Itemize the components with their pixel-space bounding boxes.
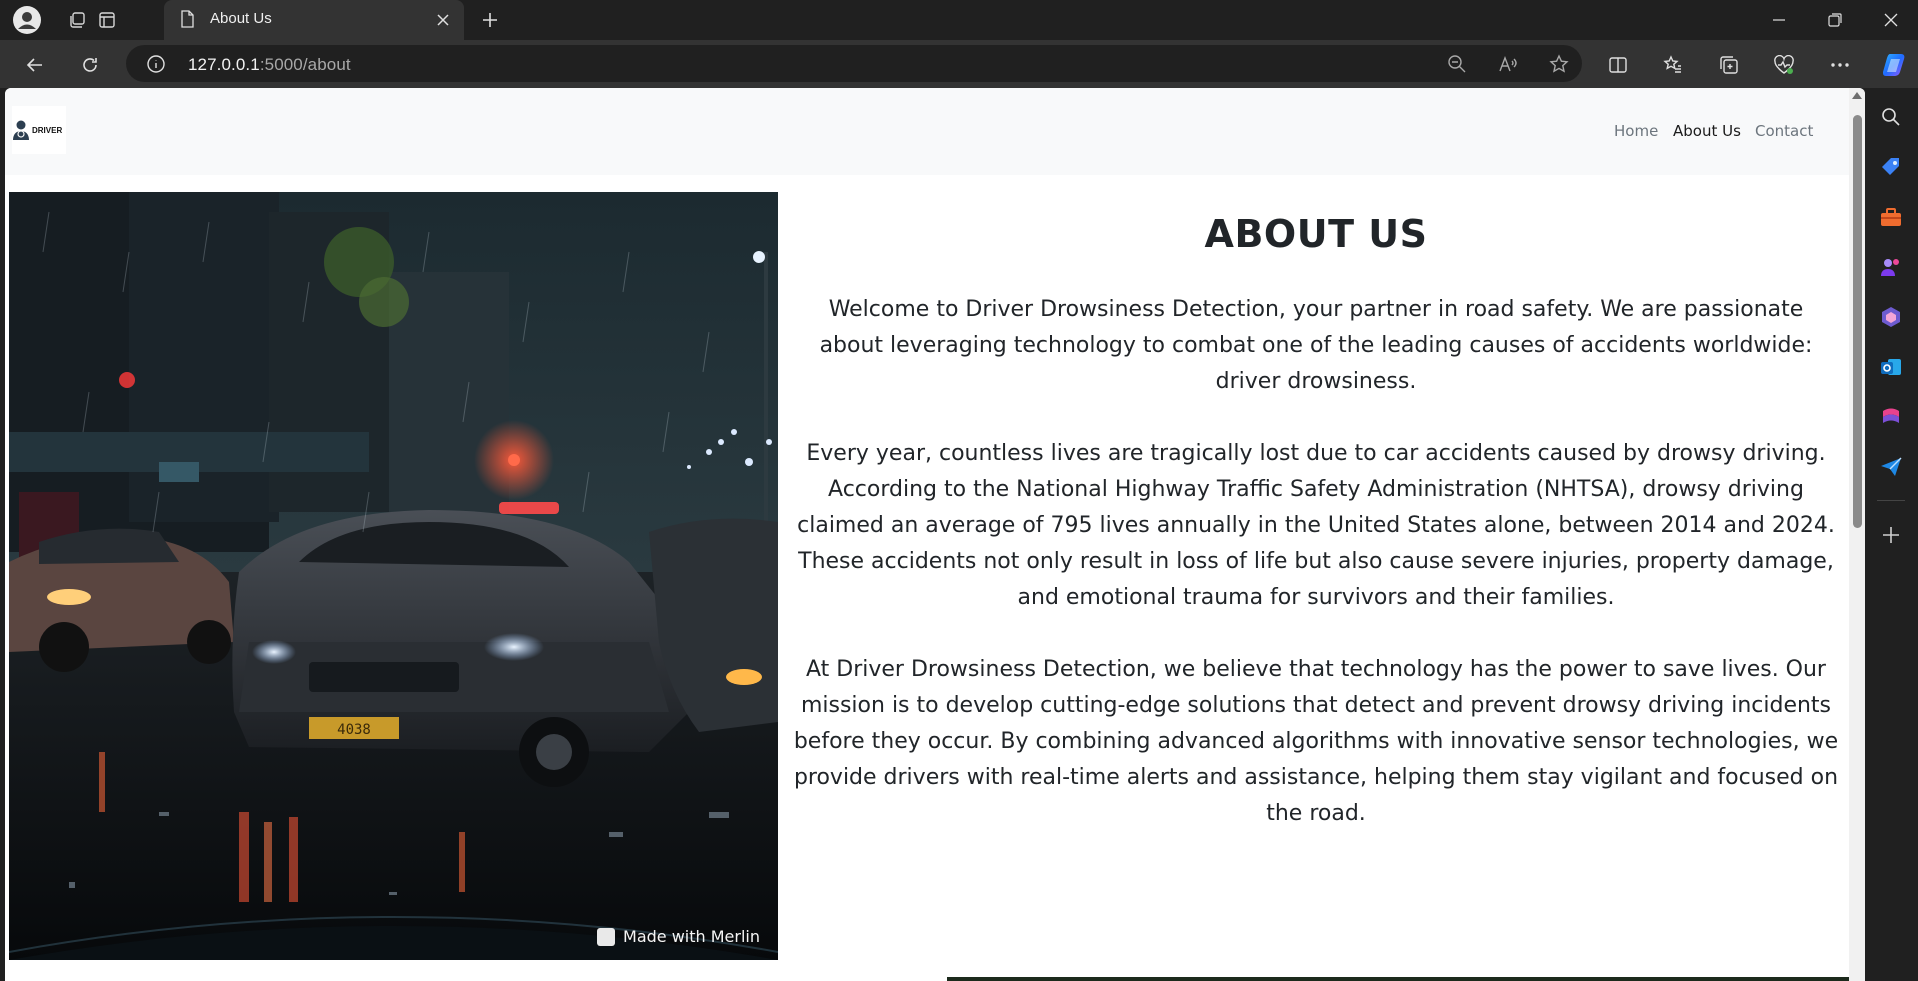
new-tab-icon[interactable]: [476, 6, 504, 34]
more-options-icon[interactable]: [1827, 52, 1853, 78]
page-viewport: DRIVER Home About Us Contact 4038 Made w…: [5, 88, 1865, 981]
scroll-up-arrow-icon[interactable]: [1852, 92, 1862, 99]
url-path: :5000/about: [259, 55, 351, 74]
tab-about-us[interactable]: About Us: [164, 0, 464, 40]
sidebar-copilot-designer-icon[interactable]: [1878, 304, 1904, 330]
tab-title: About Us: [210, 10, 272, 27]
profile-avatar-icon[interactable]: [13, 6, 41, 34]
site-navbar: DRIVER Home About Us Contact: [5, 88, 1849, 175]
second-section-image: [947, 977, 1849, 981]
scrollbar-thumb[interactable]: [1853, 115, 1862, 528]
minimize-icon[interactable]: [1756, 0, 1802, 40]
sidebar-divider: [1877, 500, 1905, 501]
accident-scene-image: 4038 Made with Merlin: [9, 192, 778, 960]
merlin-logo-icon: [597, 927, 616, 946]
sidebar-shopping-icon[interactable]: [1878, 154, 1904, 180]
rainy-accident-illustration: 4038: [9, 192, 778, 960]
back-icon[interactable]: [20, 50, 50, 80]
site-logo[interactable]: DRIVER: [12, 106, 66, 154]
about-paragraph-statistics: Every year, countless lives are tragical…: [797, 441, 1835, 610]
browser-essentials-icon[interactable]: [1771, 52, 1797, 78]
read-aloud-icon[interactable]: [1496, 52, 1520, 76]
about-heading: ABOUT US: [1204, 212, 1428, 256]
sidebar-outlook-icon[interactable]: [1878, 354, 1904, 380]
sidebar-games-icon[interactable]: [1878, 254, 1904, 280]
about-paragraph-mission: At Driver Drowsiness Detection, we belie…: [793, 657, 1839, 826]
nav-home-link[interactable]: Home: [1614, 122, 1658, 140]
collections-icon[interactable]: [1716, 52, 1742, 78]
address-bar[interactable]: 127.0.0.1:5000/about: [126, 45, 1582, 82]
about-section: ABOUT US Welcome to Driver Drowsiness De…: [793, 192, 1839, 832]
copilot-icon[interactable]: [1879, 49, 1911, 81]
merlin-watermark-text: Made with Merlin: [623, 927, 760, 946]
edge-sidebar: [1865, 88, 1918, 981]
site-info-icon[interactable]: [146, 54, 166, 79]
workspaces-icon[interactable]: [63, 6, 91, 34]
tab-bar: About Us: [0, 0, 1918, 40]
sidebar-search-icon[interactable]: [1878, 104, 1904, 130]
close-tab-icon[interactable]: [431, 8, 455, 32]
sidebar-send-icon[interactable]: [1878, 454, 1904, 480]
tab-actions-icon[interactable]: [93, 6, 121, 34]
url-host: 127.0.0.1: [188, 55, 260, 74]
favorites-icon[interactable]: [1660, 52, 1686, 78]
sidebar-tools-icon[interactable]: [1878, 204, 1904, 230]
browser-toolbar: 127.0.0.1:5000/about: [0, 40, 1918, 88]
sidebar-microsoft365-icon[interactable]: [1878, 404, 1904, 430]
zoom-out-icon[interactable]: [1445, 52, 1469, 76]
close-window-icon[interactable]: [1868, 0, 1914, 40]
about-paragraph-intro: Welcome to Driver Drowsiness Detection, …: [819, 297, 1813, 394]
url-text[interactable]: 127.0.0.1:5000/about: [188, 55, 351, 75]
restore-icon[interactable]: [1812, 0, 1858, 40]
page-scrollbar[interactable]: [1849, 88, 1865, 981]
license-plate-text: 4038: [337, 722, 371, 738]
driver-logo-icon: [13, 120, 29, 140]
page-icon: [179, 10, 195, 33]
favorite-star-icon[interactable]: [1547, 52, 1571, 76]
logo-text: DRIVER: [32, 125, 63, 135]
sidebar-add-icon[interactable]: [1878, 522, 1904, 548]
reload-icon[interactable]: [75, 50, 105, 80]
split-screen-icon[interactable]: [1605, 52, 1631, 78]
merlin-watermark: Made with Merlin: [597, 927, 760, 946]
nav-about-link[interactable]: About Us: [1673, 122, 1741, 140]
nav-contact-link[interactable]: Contact: [1755, 122, 1813, 140]
